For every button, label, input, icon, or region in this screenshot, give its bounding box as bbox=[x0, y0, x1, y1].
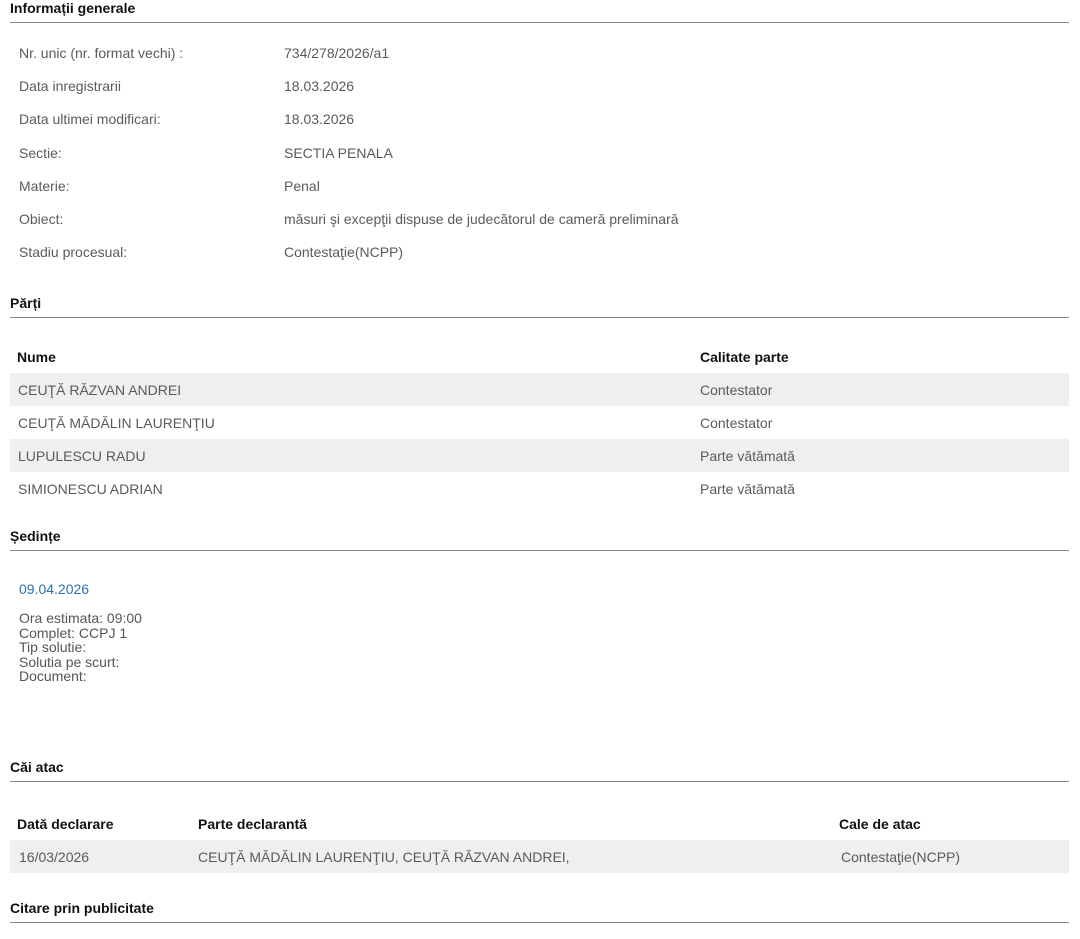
column-header-role: Calitate parte bbox=[700, 348, 789, 365]
info-value: Contestaţie(NCPP) bbox=[284, 244, 404, 261]
info-label: Stadiu procesual: bbox=[19, 244, 128, 261]
table-row: 16/03/2026 CEUŢĂ MĂDĂLIN LAURENŢIU, CEUŢ… bbox=[10, 840, 1069, 873]
info-label: Obiect: bbox=[19, 211, 64, 228]
info-row-number: Nr. unic (nr. format vechi) : 734/278/20… bbox=[10, 36, 1069, 69]
general-info-section: Informații generale Nr. unic (nr. format… bbox=[10, 0, 1069, 269]
appeal-date: 16/03/2026 bbox=[19, 848, 90, 865]
column-header-appeal-type: Cale de atac bbox=[839, 815, 921, 832]
parties-title: Părți bbox=[10, 295, 1069, 318]
appeal-party: CEUŢĂ MĂDĂLIN LAURENŢIU, CEUŢĂ RĂZVAN AN… bbox=[198, 848, 570, 865]
hearings-title: Ședințe bbox=[10, 528, 1069, 551]
info-label: Data inregistrarii bbox=[19, 77, 121, 94]
appeals-title: Căi atac bbox=[10, 759, 1069, 782]
table-row: CEUŢĂ MĂDĂLIN LAURENŢIU Contestator bbox=[10, 406, 1069, 439]
appeals-header-row: Dată declarare Parte declarantă Cale de … bbox=[10, 807, 1069, 840]
hearing-estimated-time: Ora estimata: 09:00 bbox=[19, 610, 142, 626]
info-row-matter: Materie: Penal bbox=[10, 169, 1069, 202]
info-row-section: Sectie: SECTIA PENALA bbox=[10, 136, 1069, 169]
table-row: CEUŢĂ RĂZVAN ANDREI Contestator bbox=[10, 373, 1069, 406]
info-value: 18.03.2026 bbox=[284, 77, 355, 94]
public-summons-title: Citare prin publicitate bbox=[10, 900, 1069, 923]
info-value: SECTIA PENALA bbox=[284, 144, 393, 161]
parties-table: Nume Calitate parte CEUŢĂ RĂZVAN ANDREI … bbox=[10, 340, 1069, 505]
party-name: CEUŢĂ MĂDĂLIN LAURENŢIU bbox=[18, 414, 215, 431]
info-label: Nr. unic (nr. format vechi) : bbox=[19, 44, 184, 61]
party-name: LUPULESCU RADU bbox=[18, 447, 146, 464]
hearing-details: Ora estimata: 09:00 Complet: CCPJ 1 Tip … bbox=[19, 611, 1069, 684]
info-row-modified-date: Data ultimei modificari: 18.03.2026 bbox=[10, 103, 1069, 136]
column-header-party: Parte declarantă bbox=[198, 815, 307, 832]
info-row-registration-date: Data inregistrarii 18.03.2026 bbox=[10, 69, 1069, 102]
party-role: Contestator bbox=[700, 414, 773, 431]
info-value: măsuri şi excepţii dispuse de judecătoru… bbox=[284, 211, 679, 228]
appeals-table: Dată declarare Parte declarantă Cale de … bbox=[10, 807, 1069, 873]
hearing-date-link[interactable]: 09.04.2026 bbox=[19, 581, 1069, 597]
info-value: 18.03.2026 bbox=[284, 111, 355, 128]
party-role: Parte vătămată bbox=[700, 480, 795, 497]
general-info-title: Informații generale bbox=[10, 0, 1069, 23]
hearing-solution-type: Tip solutie: bbox=[19, 639, 87, 655]
parties-header-row: Nume Calitate parte bbox=[10, 340, 1069, 373]
info-label: Materie: bbox=[19, 177, 70, 194]
hearings-section: Ședințe 09.04.2026 Ora estimata: 09:00 C… bbox=[10, 528, 1069, 684]
table-row: SIMIONESCU ADRIAN Parte vătămată bbox=[10, 472, 1069, 505]
info-label: Sectie: bbox=[19, 144, 62, 161]
hearing-solution-summary: Solutia pe scurt: bbox=[19, 653, 120, 670]
column-header-date: Dată declarare bbox=[17, 815, 114, 832]
parties-section: Părți Nume Calitate parte CEUŢĂ RĂZVAN A… bbox=[10, 295, 1069, 505]
party-name: SIMIONESCU ADRIAN bbox=[18, 480, 163, 497]
info-value: 734/278/2026/a1 bbox=[284, 44, 390, 61]
info-label: Data ultimei modificari: bbox=[19, 111, 161, 128]
appeal-type: Contestaţie(NCPP) bbox=[841, 848, 961, 865]
party-role: Contestator bbox=[700, 381, 773, 398]
appeals-section: Căi atac Dată declarare Parte declarantă… bbox=[10, 759, 1069, 873]
party-role: Parte vătămată bbox=[700, 447, 795, 464]
table-row: LUPULESCU RADU Parte vătămată bbox=[10, 439, 1069, 472]
general-info-table: Nr. unic (nr. format vechi) : 734/278/20… bbox=[10, 36, 1069, 269]
public-summons-section: Citare prin publicitate bbox=[10, 900, 1069, 923]
info-value: Penal bbox=[284, 177, 320, 194]
column-header-name: Nume bbox=[17, 348, 56, 365]
info-row-stage: Stadiu procesual: Contestaţie(NCPP) bbox=[10, 236, 1069, 269]
hearing-document: Document: bbox=[19, 668, 87, 684]
hearing-panel: Complet: CCPJ 1 bbox=[19, 624, 128, 641]
party-name: CEUŢĂ RĂZVAN ANDREI bbox=[18, 381, 182, 398]
info-row-object: Obiect: măsuri şi excepţii dispuse de ju… bbox=[10, 202, 1069, 235]
